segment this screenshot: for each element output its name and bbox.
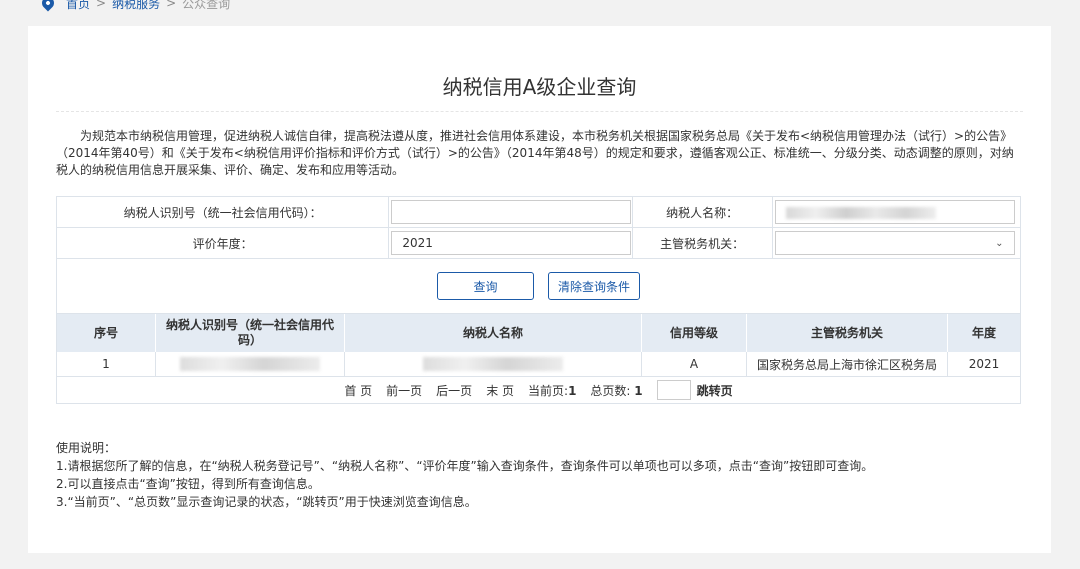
pager-current: 当前页:1 [528,382,576,399]
col-year: 年度 [947,314,1020,352]
breadcrumb: 首页 > 纳税服务 > 公众查询 [39,0,231,12]
usage-line: 2.可以直接点击“查询”按钮，得到所有查询信息。 [56,477,320,491]
title-divider [56,111,1023,112]
pager-last[interactable]: 末 页 [486,382,514,399]
col-index: 序号 [57,314,156,352]
year-input[interactable]: 2021 [391,231,632,255]
usage-notes: 使用说明： 1.请根据您所了解的信息，在“纳税人税务登记号”、“纳税人名称”、“… [56,439,873,511]
main-panel: 纳税信用A级企业查询 为规范本市纳税信用管理，促进纳税人诚信自律，提高税法遵从度… [28,26,1051,553]
cell-index: 1 [57,352,156,377]
pager-current-label: 当前页: [528,383,569,398]
jump-page-input[interactable] [656,380,691,400]
redacted-value [423,357,563,372]
breadcrumb-home[interactable]: 首页 [66,0,90,12]
cell-authority: 国家税务总局上海市徐汇区税务局 [746,352,948,377]
pager-first[interactable]: 首 页 [344,382,372,399]
authority-select[interactable]: ⌄ [774,231,1015,255]
pagination: 首 页 前一页 后一页 末 页 当前页:1 总页数: 1 跳转页 [57,377,1020,403]
clear-button[interactable]: 清除查询条件 [548,272,640,300]
cell-credit-level: A [641,352,747,377]
table-row: 1 A 国家税务总局上海市徐汇区税务局 2021 [57,352,1020,377]
results-table: 序号 纳税人识别号（统一社会信用代码） 纳税人名称 信用等级 主管税务机关 年度… [57,314,1020,377]
col-taxpayer-id: 纳税人识别号（统一社会信用代码） [155,314,345,352]
pager-prev[interactable]: 前一页 [386,382,422,399]
query-button[interactable]: 查询 [437,272,534,300]
pager-total: 总页数: 1 [590,382,642,399]
query-form: 纳税人识别号（统一社会信用代码）： 纳税人名称： 评价年度： 2021 主管税务… [56,196,1021,404]
intro-text: 为规范本市纳税信用管理，促进纳税人诚信自律，提高税法遵从度，推进社会信用体系建设… [56,129,1014,177]
redacted-value [180,357,320,372]
cell-taxpayer-name [344,352,642,377]
breadcrumb-current: 公众查询 [182,0,231,11]
pager-total-value: 1 [634,383,643,398]
cell-year: 2021 [947,352,1020,377]
taxpayer-id-input[interactable] [391,200,632,224]
usage-line: 3.“当前页”、“总页数”显示查询记录的状态，“跳转页”用于快速浏览查询信息。 [56,495,477,509]
taxpayer-name-input[interactable] [774,200,1015,224]
breadcrumb-separator: > [166,0,177,10]
authority-label: 主管税务机关： [633,228,773,258]
jump-page-button[interactable]: 跳转页 [697,382,733,399]
breadcrumb-service[interactable]: 纳税服务 [112,0,160,12]
location-pin-icon [39,0,57,12]
redacted-value [785,207,936,219]
col-taxpayer-name: 纳税人名称 [344,314,642,352]
pager-current-value: 1 [568,383,577,398]
pager-total-label: 总页数: [590,383,631,398]
usage-title: 使用说明： [56,441,117,455]
cell-taxpayer-id [155,352,345,377]
col-authority: 主管税务机关 [746,314,948,352]
year-label: 评价年度： [57,228,390,258]
taxpayer-name-label: 纳税人名称： [633,197,773,227]
usage-line: 1.请根据您所了解的信息，在“纳税人税务登记号”、“纳税人名称”、“评价年度”输… [56,459,874,473]
pager-next[interactable]: 后一页 [436,382,472,399]
breadcrumb-separator: > [96,0,107,10]
page-title: 纳税信用A级企业查询 [442,75,637,99]
taxpayer-id-label: 纳税人识别号（统一社会信用代码）： [57,197,390,227]
chevron-down-icon: ⌄ [995,237,1004,249]
col-credit-level: 信用等级 [641,314,747,352]
